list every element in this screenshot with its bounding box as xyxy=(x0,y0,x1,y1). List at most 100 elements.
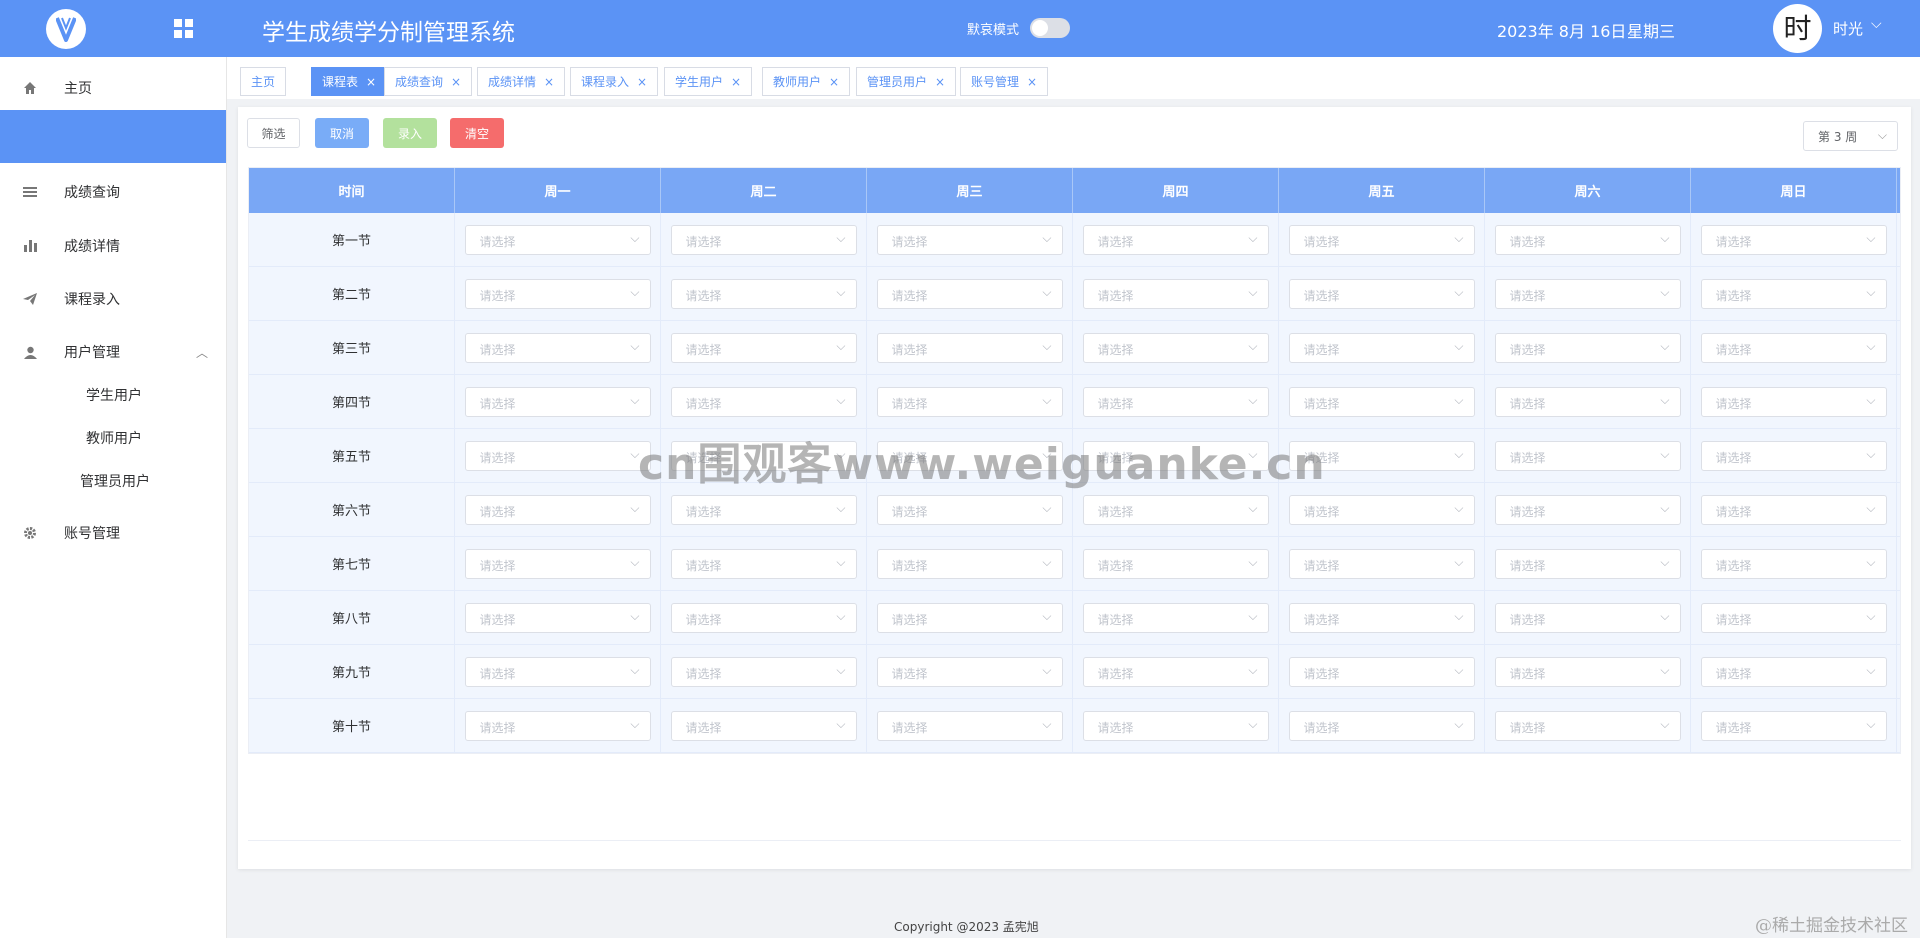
course-select[interactable]: 请选择 ⌵ xyxy=(670,710,857,741)
course-select[interactable]: 请选择 ⌵ xyxy=(876,602,1063,633)
course-select[interactable]: 请选择 ⌵ xyxy=(1082,386,1269,417)
course-select[interactable]: 请选择 ⌵ xyxy=(1494,602,1681,633)
course-select[interactable]: 请选择 ⌵ xyxy=(1288,548,1475,579)
course-select[interactable]: 请选择 ⌵ xyxy=(1700,440,1887,471)
course-select[interactable]: 请选择 ⌵ xyxy=(670,440,857,471)
sidebar-item-score-detail[interactable]: 成绩详情 xyxy=(0,223,226,269)
course-select[interactable]: 请选择 ⌵ xyxy=(1700,332,1887,363)
course-select[interactable]: 请选择 ⌵ xyxy=(464,710,651,741)
tab-item[interactable]: 课程表 × xyxy=(311,67,388,96)
course-select[interactable]: 请选择 ⌵ xyxy=(1700,710,1887,741)
filter-button[interactable]: 筛选 xyxy=(247,118,300,148)
close-icon[interactable]: × xyxy=(829,75,839,89)
course-select[interactable]: 请选择 ⌵ xyxy=(1494,332,1681,363)
course-select[interactable]: 请选择 ⌵ xyxy=(1494,710,1681,741)
course-select[interactable]: 请选择 ⌵ xyxy=(464,386,651,417)
course-select[interactable]: 请选择 ⌵ xyxy=(1700,224,1887,255)
cancel-button[interactable]: 取消 xyxy=(315,118,369,148)
close-icon[interactable]: × xyxy=(366,75,376,89)
course-select[interactable]: 请选择 ⌵ xyxy=(1494,494,1681,525)
course-select[interactable]: 请选择 ⌵ xyxy=(1288,224,1475,255)
course-select[interactable]: 请选择 ⌵ xyxy=(464,602,651,633)
close-icon[interactable]: × xyxy=(544,75,554,89)
course-select[interactable]: 请选择 ⌵ xyxy=(1082,494,1269,525)
course-select[interactable]: 请选择 ⌵ xyxy=(1288,494,1475,525)
course-select[interactable]: 请选择 ⌵ xyxy=(1082,710,1269,741)
sidebar-subitem-students[interactable]: 学生用户 xyxy=(86,375,226,415)
course-select[interactable]: 请选择 ⌵ xyxy=(1494,386,1681,417)
course-select[interactable]: 请选择 ⌵ xyxy=(1700,386,1887,417)
tab-item[interactable]: 课程录入 × xyxy=(570,67,659,96)
close-icon[interactable]: × xyxy=(935,75,945,89)
course-select[interactable]: 请选择 ⌵ xyxy=(1082,548,1269,579)
week-select[interactable]: 第 3 周 ⌵ xyxy=(1803,121,1898,151)
course-select[interactable]: 请选择 ⌵ xyxy=(464,224,651,255)
sidebar-subitem-teachers[interactable]: 教师用户 xyxy=(86,418,226,458)
tab-item[interactable]: 学生用户 × xyxy=(664,67,753,96)
course-select[interactable]: 请选择 ⌵ xyxy=(1082,440,1269,471)
course-select[interactable]: 请选择 ⌵ xyxy=(1082,602,1269,633)
close-icon[interactable]: × xyxy=(1027,75,1037,89)
course-select[interactable]: 请选择 ⌵ xyxy=(1288,386,1475,417)
tab-item[interactable]: 账号管理 × xyxy=(960,67,1049,96)
close-icon[interactable]: × xyxy=(637,75,647,89)
course-select[interactable]: 请选择 ⌵ xyxy=(670,278,857,309)
course-select[interactable]: 请选择 ⌵ xyxy=(1082,278,1269,309)
course-select[interactable]: 请选择 ⌵ xyxy=(464,332,651,363)
course-select[interactable]: 请选择 ⌵ xyxy=(1288,278,1475,309)
close-icon[interactable]: × xyxy=(731,75,741,89)
course-select[interactable]: 请选择 ⌵ xyxy=(876,656,1063,687)
course-select[interactable]: 请选择 ⌵ xyxy=(876,548,1063,579)
course-select[interactable]: 请选择 ⌵ xyxy=(1494,278,1681,309)
sidebar-item-user-management[interactable]: 用户管理 ︿ xyxy=(0,329,226,375)
course-select[interactable]: 请选择 ⌵ xyxy=(1700,278,1887,309)
sidebar-item-account[interactable]: 账号管理 xyxy=(0,510,226,556)
course-select[interactable]: 请选择 ⌵ xyxy=(1494,440,1681,471)
tab-item[interactable]: 教师用户 × xyxy=(762,67,851,96)
chevron-down-icon[interactable]: ⌵ xyxy=(1871,16,1882,32)
tab-item[interactable]: 管理员用户 × xyxy=(856,67,957,96)
mourning-mode-toggle[interactable] xyxy=(1030,18,1070,38)
course-select[interactable]: 请选择 ⌵ xyxy=(1700,656,1887,687)
course-select[interactable]: 请选择 ⌵ xyxy=(1700,548,1887,579)
course-select[interactable]: 请选择 ⌵ xyxy=(1288,602,1475,633)
course-select[interactable]: 请选择 ⌵ xyxy=(670,494,857,525)
tab-item[interactable]: 成绩查询 × xyxy=(384,67,473,96)
course-select[interactable]: 请选择 ⌵ xyxy=(876,440,1063,471)
avatar[interactable]: 时 xyxy=(1773,4,1822,53)
sidebar-item-course-entry[interactable]: 课程录入 xyxy=(0,276,226,322)
course-select[interactable]: 请选择 ⌵ xyxy=(1288,656,1475,687)
username-dropdown[interactable]: 时光 xyxy=(1833,18,1863,39)
course-select[interactable]: 请选择 ⌵ xyxy=(876,332,1063,363)
apps-grid-icon[interactable] xyxy=(174,19,193,38)
course-select[interactable]: 请选择 ⌵ xyxy=(1700,494,1887,525)
course-select[interactable]: 请选择 ⌵ xyxy=(876,494,1063,525)
course-select[interactable]: 请选择 ⌵ xyxy=(670,224,857,255)
sidebar-item-home[interactable]: 主页 xyxy=(0,65,226,111)
course-select[interactable]: 请选择 ⌵ xyxy=(1494,656,1681,687)
sidebar-item-score-query[interactable]: 成绩查询 xyxy=(0,169,226,215)
course-select[interactable]: 请选择 ⌵ xyxy=(1494,224,1681,255)
course-select[interactable]: 请选择 ⌵ xyxy=(1082,224,1269,255)
course-select[interactable]: 请选择 ⌵ xyxy=(464,548,651,579)
tab-item[interactable]: 主页 xyxy=(240,67,287,96)
close-icon[interactable]: × xyxy=(451,75,461,89)
course-select[interactable]: 请选择 ⌵ xyxy=(876,224,1063,255)
course-select[interactable]: 请选择 ⌵ xyxy=(464,494,651,525)
course-select[interactable]: 请选择 ⌵ xyxy=(464,440,651,471)
course-select[interactable]: 请选择 ⌵ xyxy=(1288,440,1475,471)
course-select[interactable]: 请选择 ⌵ xyxy=(1494,548,1681,579)
course-select[interactable]: 请选择 ⌵ xyxy=(876,278,1063,309)
enter-button[interactable]: 录入 xyxy=(383,118,437,148)
sidebar-item-schedule-active[interactable] xyxy=(0,110,226,163)
sidebar-subitem-admins[interactable]: 管理员用户 xyxy=(80,461,226,501)
course-select[interactable]: 请选择 ⌵ xyxy=(876,386,1063,417)
clear-button[interactable]: 清空 xyxy=(450,118,504,148)
course-select[interactable]: 请选择 ⌵ xyxy=(670,656,857,687)
course-select[interactable]: 请选择 ⌵ xyxy=(1082,332,1269,363)
course-select[interactable]: 请选择 ⌵ xyxy=(1082,656,1269,687)
course-select[interactable]: 请选择 ⌵ xyxy=(464,278,651,309)
course-select[interactable]: 请选择 ⌵ xyxy=(1288,332,1475,363)
tab-item[interactable]: 成绩详情 × xyxy=(477,67,566,96)
course-select[interactable]: 请选择 ⌵ xyxy=(670,332,857,363)
